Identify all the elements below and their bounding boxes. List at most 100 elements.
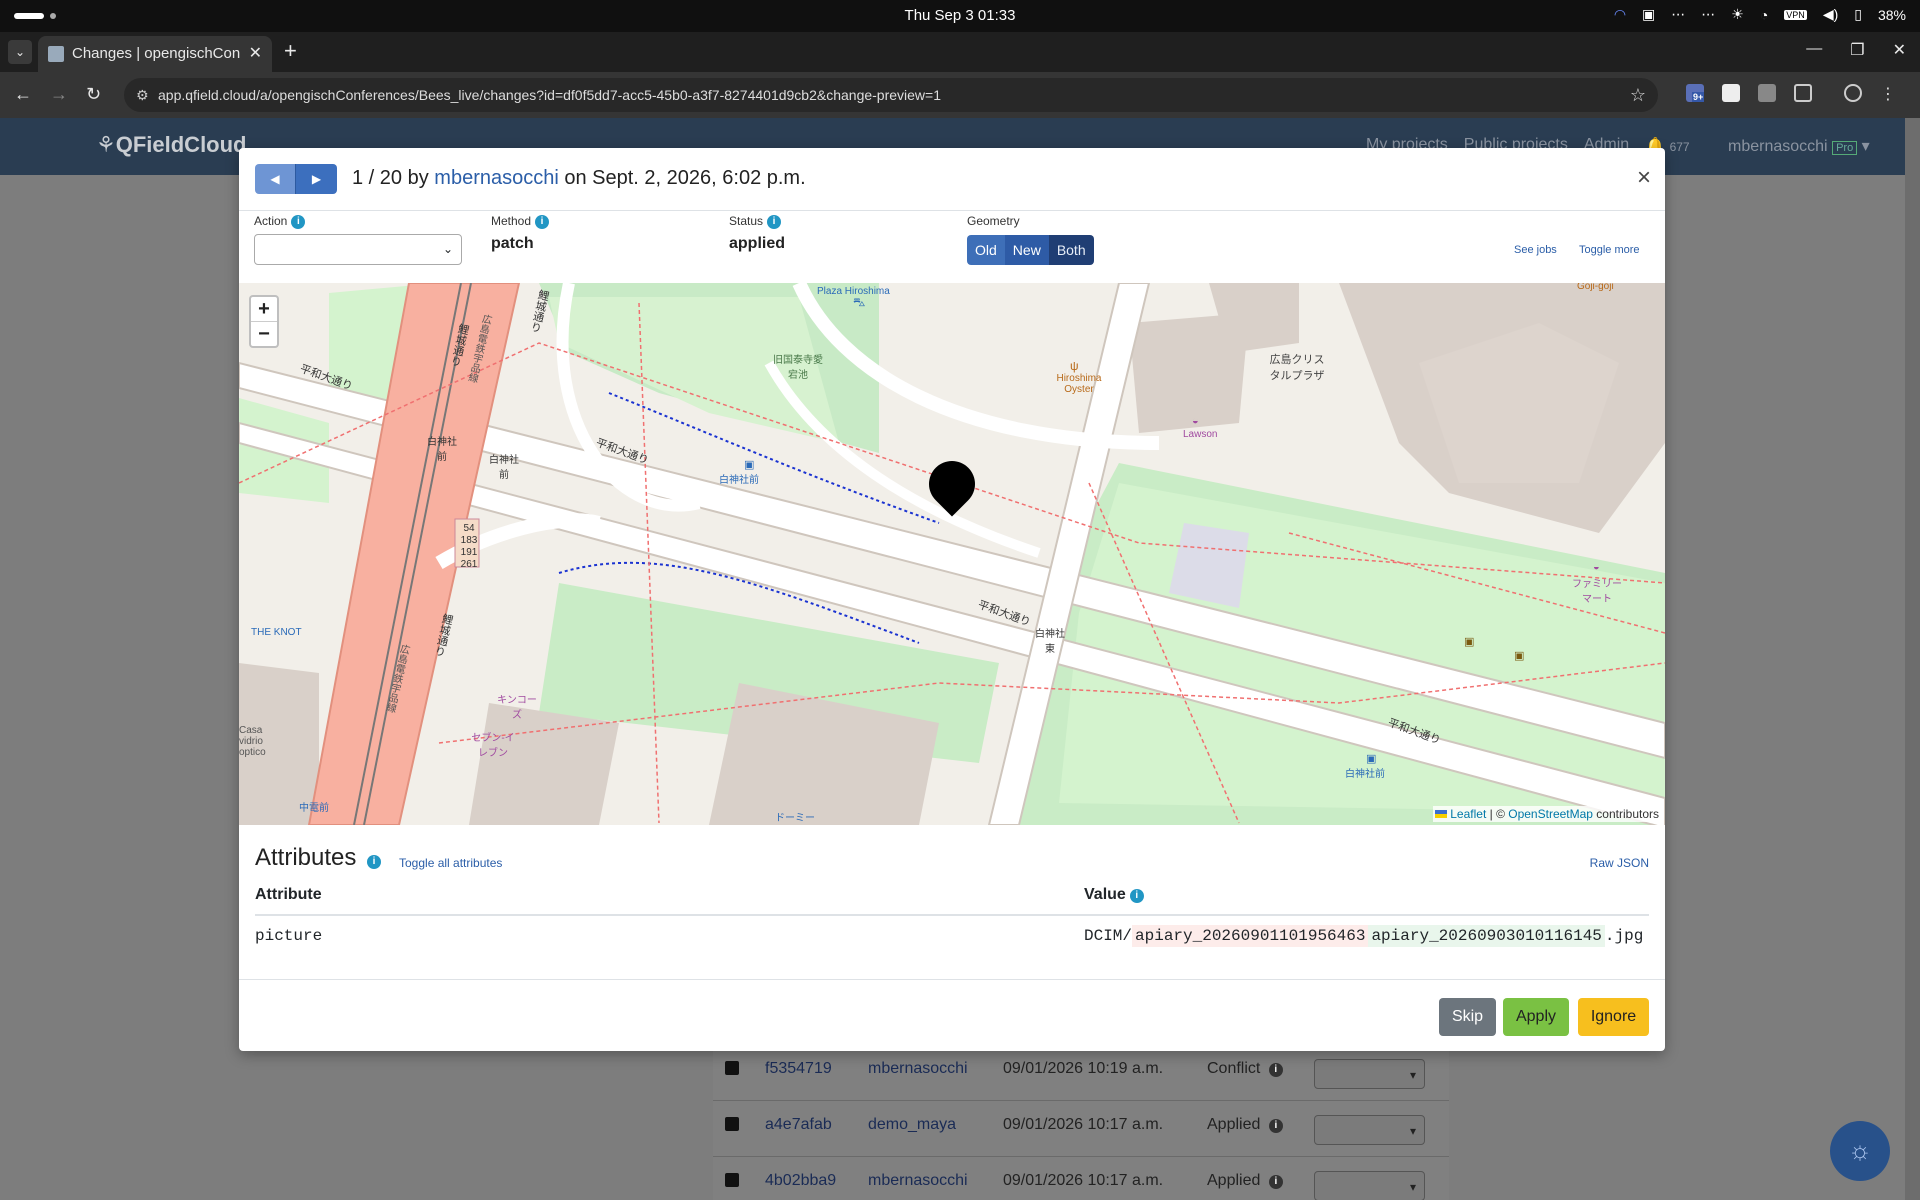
change-user-link[interactable]: mbernasocchi xyxy=(868,1060,968,1078)
author-link[interactable]: mbernasocchi xyxy=(434,167,559,189)
raw-json-link[interactable]: Raw JSON xyxy=(1590,856,1649,870)
help-lightbulb-button[interactable]: ☼ xyxy=(1830,1121,1890,1181)
table-row: a4e7afab demo_maya 09/01/2026 10:17 a.m.… xyxy=(713,1100,1449,1156)
map-label: 白神社前 xyxy=(427,437,457,463)
info-icon[interactable]: i xyxy=(535,215,550,229)
profile-icon[interactable] xyxy=(1844,84,1862,102)
extension-icon-3[interactable] xyxy=(1758,84,1776,102)
app-brand[interactable]: ⚘QFieldCloud xyxy=(96,132,247,158)
next-change-button[interactable]: ▶ xyxy=(296,164,337,194)
column-header-value: Value i xyxy=(1084,878,1144,912)
extension-translate-icon[interactable]: 9+ xyxy=(1686,84,1705,102)
tab-search-icon[interactable]: ⌄ xyxy=(8,40,32,64)
map-label: 白神社前 xyxy=(719,475,759,486)
user-menu[interactable]: mbernasocchi Pro ▾ xyxy=(1728,136,1870,156)
bus-route-box: 54 183 191 261 xyxy=(460,523,478,570)
attributes-heading: Attributes i xyxy=(255,844,382,872)
page-scrollbar[interactable] xyxy=(1905,118,1920,1200)
info-icon[interactable]: i xyxy=(1268,1063,1283,1077)
maximize-icon[interactable]: ❐ xyxy=(1850,40,1864,60)
zoom-in-button[interactable]: + xyxy=(251,297,277,322)
extension-icon-2[interactable] xyxy=(1722,84,1740,102)
volume-icon: ◀) xyxy=(1822,6,1839,22)
window-close-icon[interactable]: ✕ xyxy=(1893,40,1906,60)
leaflet-link[interactable]: Leaflet xyxy=(1450,807,1486,821)
change-user-link[interactable]: mbernasocchi xyxy=(868,1172,968,1190)
change-id-link[interactable]: f5354719 xyxy=(765,1060,832,1078)
change-preview-modal: ◀ ▶ 1 / 20 by mbernasocchi on Sept. 2, 2… xyxy=(239,148,1665,1051)
toggle-all-attributes-link[interactable]: Toggle all attributes xyxy=(399,856,502,870)
change-status: Conflict i xyxy=(1207,1060,1283,1078)
info-icon[interactable]: i xyxy=(291,215,306,229)
row-action-select[interactable]: ▾ xyxy=(1314,1171,1425,1200)
site-info-icon[interactable]: ⚙ xyxy=(136,78,149,112)
chrome-menu-icon[interactable]: ⋮ xyxy=(1880,84,1896,103)
taxi-icon: ⛍ xyxy=(853,295,866,309)
extension-badge: 9+ xyxy=(1692,92,1705,102)
address-bar[interactable]: ⚙ app.qfield.cloud/a/opengischConference… xyxy=(124,78,1658,112)
action-select[interactable]: ⌄ xyxy=(254,234,462,265)
bus-stop-icon: ▣ xyxy=(1366,753,1377,765)
overflow-icon-2: ⋯ xyxy=(1701,6,1716,22)
zoom-out-button[interactable]: − xyxy=(251,322,277,347)
caret-left-icon: ◀ xyxy=(270,172,280,186)
back-icon[interactable]: ← xyxy=(14,84,32,105)
ignore-button[interactable]: Ignore xyxy=(1578,998,1649,1036)
reload-icon[interactable]: ↻ xyxy=(86,84,101,105)
info-icon[interactable]: i xyxy=(1268,1119,1283,1133)
skip-button[interactable]: Skip xyxy=(1439,998,1496,1036)
geometry-field: Geometry xyxy=(967,214,1020,228)
geometry-toggle-group: Old New Both xyxy=(967,235,1094,265)
row-action-select[interactable]: ▾ xyxy=(1314,1059,1425,1089)
tab-title: Changes | opengischCon xyxy=(72,45,241,62)
map-view[interactable]: 平和大通り 平和大通り 平和大通り 平和大通り 鯉城通り 鯉城通り 鯉城通り 広… xyxy=(239,283,1665,825)
row-checkbox[interactable] xyxy=(725,1061,739,1075)
memorial-icon: ▣ xyxy=(1514,650,1525,662)
change-navigation: ◀ ▶ xyxy=(255,164,337,194)
change-id-link[interactable]: 4b02bba9 xyxy=(765,1172,836,1190)
row-checkbox[interactable] xyxy=(725,1117,739,1131)
added-value: apiary_20260903010116145 xyxy=(1368,925,1605,947)
row-checkbox[interactable] xyxy=(725,1173,739,1187)
geometry-new-button[interactable]: New xyxy=(1004,235,1049,265)
see-jobs-link[interactable]: See jobs xyxy=(1514,244,1557,256)
battery-percent: 38% xyxy=(1877,6,1906,23)
previous-change-button[interactable]: ◀ xyxy=(255,164,296,194)
pro-badge: Pro xyxy=(1832,141,1858,155)
bus-stop-icon: ▣ xyxy=(744,459,755,471)
row-action-select[interactable]: ▾ xyxy=(1314,1115,1425,1145)
new-tab-icon[interactable]: + xyxy=(284,38,297,64)
info-icon[interactable]: i xyxy=(1268,1175,1283,1189)
osm-link[interactable]: OpenStreetMap xyxy=(1508,807,1593,821)
status-field: Status i applied xyxy=(729,214,786,252)
map-label: THE KNOT xyxy=(251,627,302,638)
extensions-puzzle-icon[interactable] xyxy=(1794,84,1812,102)
geometry-old-button[interactable]: Old xyxy=(967,235,1005,265)
geometry-both-button[interactable]: Both xyxy=(1048,235,1094,265)
change-user-link[interactable]: demo_maya xyxy=(868,1116,956,1134)
brightness-icon: ☀ xyxy=(1731,6,1744,22)
modal-title: 1 / 20 by mbernasocchi on Sept. 2, 2026,… xyxy=(352,167,806,189)
system-tray[interactable]: ◠ ▣ ⋯ ⋯ ☀ ◔ VPN ◀) ▯ 38% xyxy=(1614,6,1906,23)
vpn-badge-icon: VPN xyxy=(1784,9,1807,20)
modal-footer-divider xyxy=(239,979,1665,980)
modal-close-button[interactable]: × xyxy=(1637,164,1651,192)
forward-icon[interactable]: → xyxy=(50,84,68,105)
tab-close-icon[interactable]: ✕ xyxy=(249,36,262,72)
minimize-icon[interactable]: — xyxy=(1806,40,1822,60)
info-icon[interactable]: i xyxy=(767,215,782,229)
method-field: Method i patch xyxy=(491,214,550,253)
info-icon[interactable]: i xyxy=(1129,889,1144,903)
changes-table: f5354719 mbernasocchi 09/01/2026 10:19 a… xyxy=(713,1042,1449,1200)
zoom-control: + − xyxy=(249,295,279,348)
change-date: 09/01/2026 10:17 a.m. xyxy=(1003,1172,1164,1189)
url-text: app.qfield.cloud/a/opengischConferences/… xyxy=(158,87,942,103)
shop-icon: ◒ xyxy=(1593,561,1600,573)
apply-button[interactable]: Apply xyxy=(1503,998,1569,1036)
bookmark-star-icon[interactable]: ☆ xyxy=(1630,78,1646,112)
toggle-more-link[interactable]: Toggle more xyxy=(1579,244,1640,256)
map-label: 中電前 xyxy=(299,803,329,814)
info-icon[interactable]: i xyxy=(367,855,382,869)
browser-tab-active[interactable]: Changes | opengischCon ✕ xyxy=(38,36,272,72)
change-id-link[interactable]: a4e7afab xyxy=(765,1116,832,1134)
